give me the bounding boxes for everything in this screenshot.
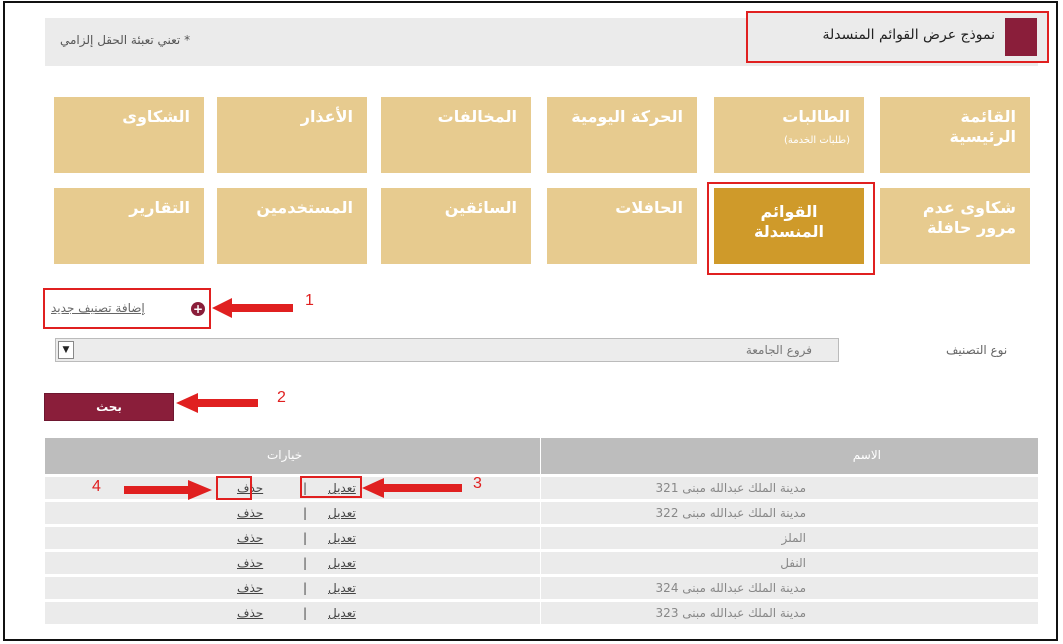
annotation-4: 4 xyxy=(92,478,101,495)
arrow-4 xyxy=(124,480,212,500)
arrow-1 xyxy=(212,298,293,318)
annotation-1: 1 xyxy=(305,292,314,309)
annotation-3: 3 xyxy=(473,475,482,492)
annotation-2: 2 xyxy=(277,389,286,406)
arrow-2 xyxy=(176,393,258,413)
arrow-3 xyxy=(362,478,462,498)
annotation-arrows xyxy=(124,298,462,500)
